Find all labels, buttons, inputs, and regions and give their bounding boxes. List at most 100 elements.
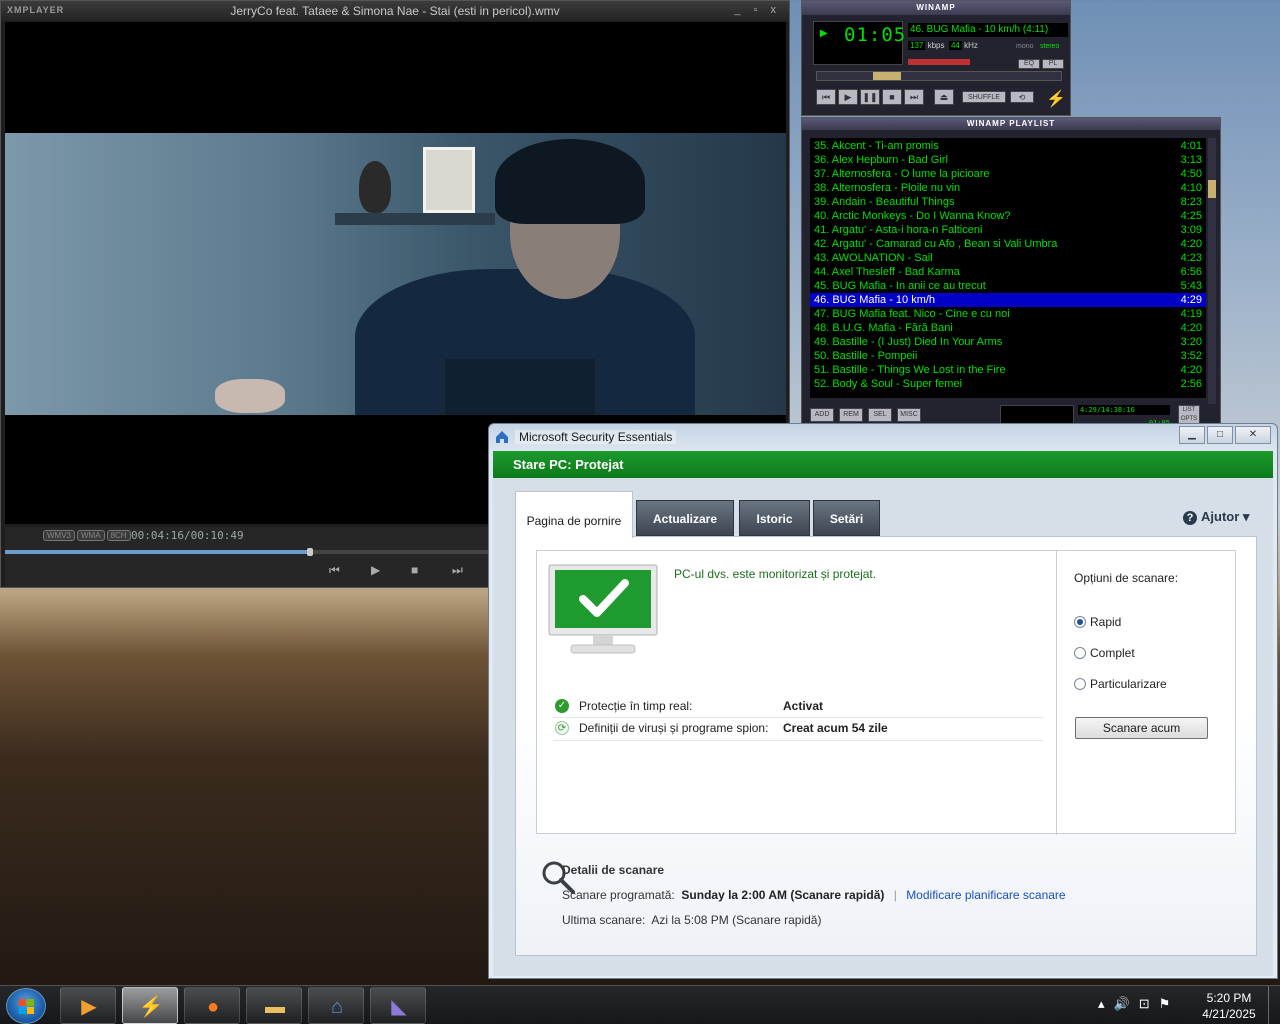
mse-titlebar[interactable]: Microsoft Security Essentials ▁ □ ✕ [489, 424, 1277, 450]
firefox-icon: ● [206, 996, 220, 1018]
playlist-item[interactable]: 45. BUG Mafia - In anii ce au trecut 5:43 [810, 279, 1206, 293]
playlist[interactable]: 35. Akcent - Ti-am promis 4:01 36. Alex He… [810, 138, 1206, 398]
radio-particularizare[interactable]: Particularizare [1074, 677, 1167, 691]
action-center-flag-icon[interactable]: ⚑ [1159, 996, 1180, 1011]
protected-monitor-icon [548, 564, 658, 654]
playlist-item[interactable]: 47. BUG Mafia feat. Nico - Cine e cu noi… [810, 307, 1206, 321]
show-hidden-icons-icon[interactable]: ▴ [1098, 996, 1114, 1011]
change-schedule-link[interactable]: Modificare planificare scanare [906, 888, 1065, 902]
playlist-item[interactable]: 37. Alternosfera - O lume la picioare 4:5… [810, 167, 1206, 181]
shuffle-button[interactable]: SHUFFLE [962, 91, 1006, 103]
mse-title: Microsoft Security Essentials [515, 430, 677, 444]
playlist-item[interactable]: 42. Argatu' - Camarad cu Afo , Bean si V… [810, 237, 1206, 251]
xmplayer-window-buttons[interactable]: _ ▫ x [734, 4, 781, 16]
winamp-titlebar[interactable]: WINAMP [802, 1, 1070, 15]
seek-knob[interactable] [873, 72, 901, 80]
stop-button[interactable]: ■ [882, 89, 902, 105]
tab-update[interactable]: Actualizare [636, 500, 734, 536]
radio-icon[interactable] [1074, 647, 1086, 659]
playlist-item-duration: 4:20 [1180, 238, 1202, 250]
misc-button[interactable]: MISC [897, 408, 921, 422]
playlist-item[interactable]: 36. Alex Hepburn - Bad Girl 3:13 [810, 153, 1206, 167]
playlist-item[interactable]: 48. B.U.G. Mafia - Fără Bani 4:20 [810, 321, 1206, 335]
tab-settings[interactable]: Setări [813, 500, 880, 536]
maximize-button[interactable]: □ [1207, 426, 1233, 444]
bitrate-info: 137 kbps 44 kHz [908, 41, 978, 50]
taskbar: ▶ ⚡ ● ▬ ⌂ ◣ ▴🔊⊡⚑ 5:20 PM 4/21/2025 [0, 985, 1280, 1024]
winamp-clock[interactable]: 01:05 [844, 24, 906, 46]
playlist-item-title: 40. Arctic Monkeys - Do I Wanna Know? [814, 210, 1011, 222]
radio-icon[interactable] [1074, 616, 1086, 628]
radio-complet[interactable]: Complet [1074, 646, 1135, 660]
start-button[interactable] [6, 988, 46, 1024]
playlist-item[interactable]: 35. Akcent - Ti-am promis 4:01 [810, 139, 1206, 153]
pc-status-bar: Stare PC: Protejat [493, 451, 1273, 478]
volume-icon[interactable]: 🔊 [1114, 996, 1139, 1011]
playlist-item[interactable]: 44. Axel Thesleff - Bad Karma 6:56 [810, 265, 1206, 279]
pause-button[interactable]: ❚❚ [860, 89, 880, 105]
playlist-item[interactable]: 49. Bastille - (I Just) Died In Your Arm… [810, 335, 1206, 349]
playlist-titlebar[interactable]: WINAMP PLAYLIST [802, 118, 1220, 130]
mono-indicator: mono [1016, 43, 1034, 50]
eject-button[interactable]: ⏏ [934, 89, 954, 105]
playlist-scrollbar[interactable] [1208, 138, 1216, 404]
play-button[interactable]: ▶ [838, 89, 858, 105]
pl-button[interactable]: PL [1042, 59, 1064, 69]
help-menu[interactable]: ? Ajutor ▾ [1183, 509, 1249, 525]
playlist-item[interactable]: 41. Argatu' - Asta-i hora-n Falticeni 3:0… [810, 223, 1206, 237]
show-desktop-button[interactable] [1268, 986, 1280, 1024]
scan-now-button[interactable]: Scanare acum [1075, 717, 1208, 739]
playlist-item[interactable]: 46. BUG Mafia - 10 km/h 4:29 [810, 293, 1206, 307]
play-button[interactable]: ▶ [371, 563, 380, 577]
taskbar-clock[interactable]: 5:20 PM 4/21/2025 [1196, 990, 1262, 1022]
format-tag: WMV3 [43, 530, 75, 541]
eq-button[interactable]: EQ [1018, 59, 1040, 69]
playlist-item[interactable]: 51. Bastille - Things We Lost in the Fir… [810, 363, 1206, 377]
scrollbar-thumb[interactable] [1208, 180, 1216, 198]
playlist-item-title: 45. BUG Mafia - In anii ce au trecut [814, 280, 986, 292]
taskbar-explorer[interactable]: ▬ [246, 987, 302, 1024]
winamp-seekbar[interactable] [816, 71, 1062, 81]
next-button[interactable]: ⏭ [904, 89, 924, 105]
volume-slider[interactable] [908, 59, 970, 65]
playlist-item[interactable]: 52. Body & Soul - Super femei 2:56 [810, 377, 1206, 391]
seekbar-knob[interactable] [306, 548, 313, 556]
playlist-item[interactable]: 40. Arctic Monkeys - Do I Wanna Know? 4:2… [810, 209, 1206, 223]
repeat-button[interactable]: ⟲ [1010, 91, 1034, 103]
close-button[interactable]: ✕ [1235, 426, 1271, 444]
prev-button[interactable]: ⏮ [816, 89, 836, 105]
playlist-item[interactable]: 38. Alternosfera - Ploile nu vin 4:10 [810, 181, 1206, 195]
playlist-item-duration: 4:19 [1180, 308, 1202, 320]
next-button[interactable]: ⏭ [452, 563, 463, 578]
winamp-logo-icon[interactable]: ⚡ [1046, 89, 1066, 109]
taskbar-security-essentials[interactable]: ⌂ [308, 987, 364, 1024]
tab-home[interactable]: Pagina de pornire [515, 491, 633, 538]
scan-options-label: Opțiuni de scanare: [1074, 571, 1179, 585]
playlist-item-duration: 5:43 [1180, 280, 1202, 292]
radio-icon[interactable] [1074, 678, 1086, 690]
add-button[interactable]: ADD [810, 408, 834, 422]
remove-button[interactable]: REM [839, 408, 863, 422]
stop-button[interactable]: ■ [411, 563, 418, 577]
radio-rapid[interactable]: Rapid [1074, 615, 1121, 629]
stereo-indicator: stereo [1040, 43, 1060, 50]
select-button[interactable]: SEL [868, 408, 892, 422]
playlist-item[interactable]: 39. Andain - Beautiful Things 8:23 [810, 195, 1206, 209]
taskbar-xmplayer[interactable]: ◣ [370, 987, 426, 1024]
network-icon[interactable]: ⊡ [1139, 996, 1159, 1011]
taskbar-firefox[interactable]: ● [184, 987, 240, 1024]
playlist-item-duration: 3:52 [1180, 350, 1202, 362]
minimize-button[interactable]: ▁ [1179, 426, 1205, 444]
play-indicator-icon: ▶ [820, 28, 828, 39]
playlist-item-title: 48. B.U.G. Mafia - Fără Bani [814, 322, 953, 334]
playlist-item[interactable]: 50. Bastille - Pompeii 3:52 [810, 349, 1206, 363]
taskbar-winamp[interactable]: ⚡ [122, 987, 178, 1024]
list-options-button[interactable]: LIST OPTS [1178, 405, 1200, 425]
prev-button[interactable]: ⏮ [329, 563, 340, 578]
tab-history[interactable]: Istoric [739, 500, 810, 536]
playlist-item[interactable]: 43. AWOLNATION - Sail 4:23 [810, 251, 1206, 265]
scan-details-title: Detalii de scanare [562, 863, 665, 877]
definitions-label: Definiții de viruși și programe spion: [579, 721, 769, 735]
taskbar-media-player[interactable]: ▶ [60, 987, 116, 1024]
xmplayer-titlebar[interactable]: XMPLAYER JerryCo feat. Tataee & Simona N… [1, 1, 789, 21]
